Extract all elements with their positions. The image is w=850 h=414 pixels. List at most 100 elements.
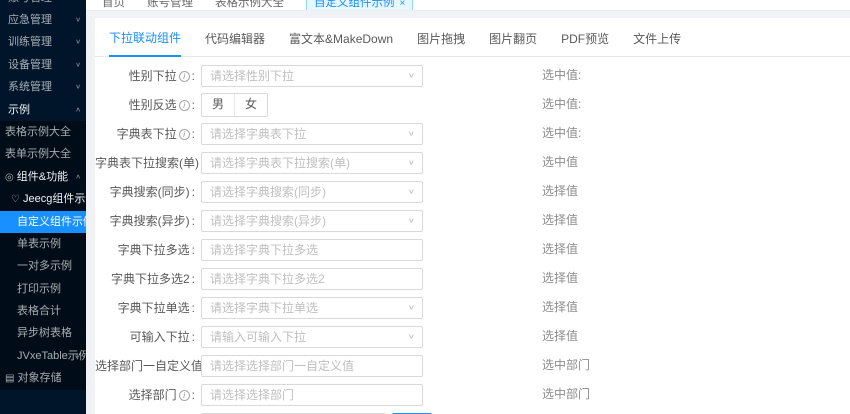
sidebar-item-training[interactable]: 训练管理 ∨ bbox=[0, 31, 86, 53]
radio-male[interactable]: 男 bbox=[202, 94, 234, 116]
field-label: 字典下拉多选 bbox=[95, 241, 195, 258]
selected-value-label: 选择值 bbox=[542, 271, 579, 285]
field-label-text: 字典表下拉搜索(单) bbox=[95, 156, 199, 170]
selected-dept-label: 选中部门 bbox=[542, 358, 591, 372]
sidebar-item-object-storage[interactable]: ▤ 对象存储 bbox=[0, 367, 86, 389]
sidebar-item-label: 账号管理 bbox=[8, 0, 86, 9]
form-row: 可输入下拉 请输入可输入下拉 ∨ 选择值 bbox=[95, 322, 850, 351]
close-icon[interactable]: × bbox=[400, 0, 406, 9]
label-colon bbox=[190, 127, 195, 141]
tab-select-linkage[interactable]: 下拉联动组件 bbox=[109, 29, 182, 57]
tab-label: 自定义组件示例 bbox=[314, 0, 395, 9]
tab-image-drag[interactable]: 图片拖拽 bbox=[417, 30, 465, 56]
chevron-down-icon: ∨ bbox=[407, 71, 415, 80]
field-label: 字典下拉多选2 bbox=[95, 270, 195, 287]
sidebar-item-label: 训练管理 bbox=[8, 36, 52, 49]
form-row: 字典下拉多选2 请选择字典下拉多选2 选择值 bbox=[95, 264, 850, 293]
select-placeholder: 请选择性别下拉 bbox=[210, 69, 295, 83]
dict-search-async-select[interactable]: 请选择字典搜索(异步) ∨ bbox=[201, 209, 423, 232]
form-row: 选择部门一自定义值i 请选择选择部门一自定义值 选中部门 bbox=[95, 351, 850, 380]
tab-image-flip[interactable]: 图片翻页 bbox=[489, 30, 537, 56]
sidebar-item-async-tree[interactable]: 异步树表格 bbox=[0, 322, 86, 344]
info-icon: i bbox=[178, 129, 190, 140]
tab-table-examples[interactable]: 表格示例大全 bbox=[215, 0, 284, 10]
dict-table-select[interactable]: 请选择字典表下拉 ∨ bbox=[201, 122, 423, 145]
sidebar-item-jeecg-components[interactable]: ♡Jeecg组件示例 ∧ bbox=[0, 188, 86, 210]
radio-female[interactable]: 女 bbox=[234, 93, 267, 116]
sidebar-item-one-to-many[interactable]: 一对多示例 bbox=[0, 255, 86, 277]
field-label-text: 性别下拉 bbox=[128, 69, 177, 83]
heart-icon: ♡ bbox=[11, 194, 20, 206]
field-label-text: 字典下拉单选 bbox=[117, 301, 190, 315]
dict-multiselect[interactable]: 请选择字典下拉多选 bbox=[201, 238, 423, 261]
dict-search-single-select[interactable]: 请选择字典表下拉搜索(单) ∨ bbox=[201, 151, 423, 174]
sidebar-item-single-table[interactable]: 单表示例 bbox=[0, 233, 86, 255]
select-placeholder: 请选择字典搜索(异步) bbox=[210, 214, 326, 228]
chevron-down-icon: ∨ bbox=[407, 129, 415, 138]
tab-file-upload[interactable]: 文件上传 bbox=[633, 30, 681, 56]
tab-home[interactable]: 首页 bbox=[102, 0, 125, 10]
sidebar-item-label: 一对多示例 bbox=[17, 260, 72, 273]
dept-custom-value-input[interactable]: 请选择选择部门一自定义值 bbox=[201, 354, 423, 377]
select-placeholder: 请选择字典下拉多选 bbox=[210, 243, 319, 257]
chevron-down-icon: ∨ bbox=[407, 187, 415, 196]
form-row: 性别下拉i 请选择性别下拉 ∨ 选中值: bbox=[95, 61, 850, 90]
selected-value-label: 选择值 bbox=[542, 213, 579, 227]
tab-account[interactable]: 账号管理 bbox=[147, 0, 193, 10]
info-icon: i bbox=[178, 100, 190, 111]
sidebar-item-label: 系统管理 bbox=[8, 81, 52, 94]
tab-richtext-markdown[interactable]: 富文本&MakeDown bbox=[289, 30, 393, 56]
page-tabs: 下拉联动组件 代码编辑器 富文本&MakeDown 图片拖拽 图片翻页 PDF预… bbox=[95, 18, 850, 57]
tab-custom-components[interactable]: 自定义组件示例 × bbox=[306, 0, 414, 10]
sidebar-item-emergency[interactable]: 应急管理 ∨ bbox=[0, 9, 86, 31]
selected-value-label: 选中值: bbox=[542, 97, 582, 111]
select-placeholder: 请选择字典表下拉搜索(单) bbox=[210, 156, 350, 170]
label-colon bbox=[190, 272, 195, 286]
select-placeholder: 请选择字典搜索(同步) bbox=[210, 185, 326, 199]
sidebar-item-table-examples[interactable]: 表格示例大全 bbox=[0, 121, 86, 143]
sidebar-item-device[interactable]: 设备管理 ∨ bbox=[0, 54, 86, 76]
sidebar-item-print[interactable]: 打印示例 bbox=[0, 278, 86, 300]
field-label-text: 字典搜索(同步) bbox=[109, 185, 190, 199]
top-tabbar: 首页 账号管理 表格示例大全 自定义组件示例 × bbox=[86, 0, 850, 11]
field-label: 字典搜索(异步) bbox=[95, 212, 195, 229]
gender-radio-group: 男 女 bbox=[201, 92, 269, 117]
editable-select[interactable]: 请输入可输入下拉 ∨ bbox=[201, 325, 423, 348]
sidebar-item-custom-components[interactable]: 自定义组件示例 bbox=[0, 210, 86, 233]
chevron-up-icon: ∧ bbox=[75, 105, 81, 113]
sidebar-item-form-examples[interactable]: 表单示例大全 bbox=[0, 143, 86, 165]
field-label: 性别下拉 i bbox=[95, 67, 195, 84]
sidebar-item-jvxetable[interactable]: JVxeTable示例 ∨ bbox=[0, 345, 86, 367]
field-label: 字典表下拉 i bbox=[95, 125, 195, 142]
selected-user-label: 选中用户 bbox=[542, 409, 590, 414]
label-colon bbox=[190, 388, 195, 402]
sidebar-item-table-sum[interactable]: 表格合计 bbox=[0, 300, 86, 322]
sidebar-item-examples[interactable]: 示例 ∧ bbox=[0, 99, 86, 121]
field-label: 性别反选 i bbox=[95, 96, 195, 113]
sidebar-item-components[interactable]: ◎ 组件&功能 ∧ bbox=[0, 166, 86, 188]
dept-select-input[interactable]: 请选择选择部门 bbox=[201, 383, 423, 406]
sidebar-item-label: 表单示例大全 bbox=[5, 148, 71, 161]
chevron-down-icon: ∨ bbox=[407, 158, 415, 167]
label-colon bbox=[190, 243, 195, 257]
chevron-up-icon: ∧ bbox=[75, 195, 81, 203]
form-row: 选择部门i 请选择选择部门 选中部门 bbox=[95, 380, 850, 409]
dict-search-sync-select[interactable]: 请选择字典搜索(同步) ∨ bbox=[201, 180, 423, 203]
label-colon bbox=[190, 69, 195, 83]
dict-single-select[interactable]: 请选择字典下拉单选 ∨ bbox=[201, 296, 423, 319]
tab-code-editor[interactable]: 代码编辑器 bbox=[205, 30, 265, 56]
sidebar-item-partial[interactable]: 账号管理 bbox=[0, 0, 86, 9]
input-placeholder: 请选择选择部门 bbox=[210, 388, 295, 402]
gender-select[interactable]: 请选择性别下拉 ∨ bbox=[201, 64, 423, 87]
dict-multiselect-2[interactable]: 请选择字典下拉多选2 bbox=[201, 267, 423, 290]
field-label-text: 选择部门一自定义值 bbox=[95, 359, 204, 373]
form-row: 字典搜索(同步) 请选择字典搜索(同步) ∨ 选择值 bbox=[95, 177, 850, 206]
tab-pdf-preview[interactable]: PDF预览 bbox=[561, 30, 609, 56]
sidebar-item-label: 表格示例大全 bbox=[5, 125, 71, 138]
label-colon bbox=[190, 185, 195, 199]
chevron-down-icon: ∨ bbox=[75, 351, 81, 360]
sidebar-item-system[interactable]: 系统管理 ∨ bbox=[0, 76, 86, 98]
sidebar: 账号管理 应急管理 ∨ 训练管理 ∨ 设备管理 ∨ 系统管理 ∨ 示例 ∧ 表格… bbox=[0, 0, 86, 414]
sidebar-item-label: 对象存储 bbox=[17, 372, 62, 385]
field-label-text: 性别反选 bbox=[128, 98, 177, 112]
